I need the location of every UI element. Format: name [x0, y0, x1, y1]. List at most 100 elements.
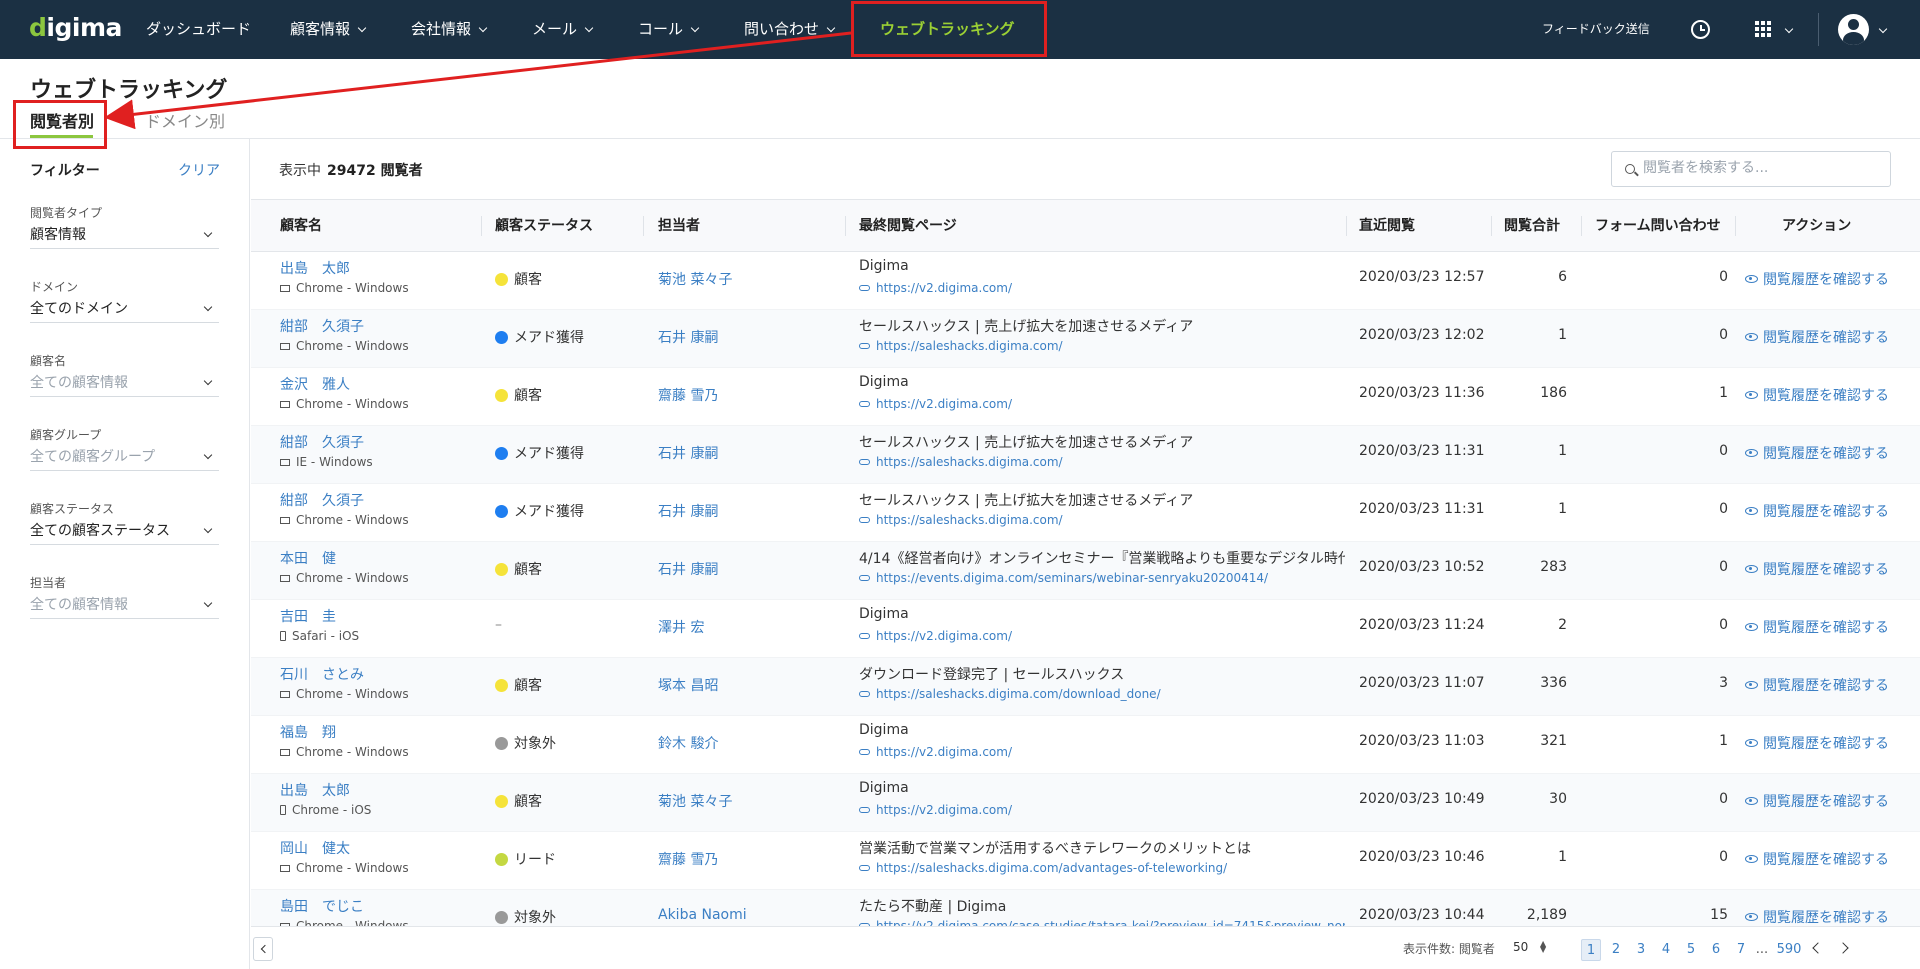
- owner-link[interactable]: 石井 康嗣: [658, 559, 718, 579]
- feedback-link[interactable]: フィードバック送信: [1542, 0, 1650, 59]
- last-page-url[interactable]: https://v2.digima.com/: [859, 745, 1012, 759]
- table-row[interactable]: 紺部 久須子 Chrome - Windows メアド獲得 石井 康嗣 セールスハックス…: [251, 310, 1920, 368]
- last-page-url[interactable]: https://events.digima.com/seminars/webin…: [859, 571, 1268, 585]
- page-5-button[interactable]: 5: [1681, 939, 1701, 961]
- nav-item-customers[interactable]: 顧客情報: [290, 0, 367, 59]
- collapse-sidebar-button[interactable]: [253, 937, 273, 961]
- table-row[interactable]: 吉田 圭 Safari - iOS – 澤井 宏 Digima https://v2.di…: [251, 600, 1920, 658]
- page-2-button[interactable]: 2: [1606, 939, 1626, 961]
- page-1-button[interactable]: 1: [1581, 939, 1601, 961]
- owner-link[interactable]: 鈴木 駿介: [658, 733, 718, 753]
- nav-item-dashboard[interactable]: ダッシュボード: [146, 0, 251, 59]
- view-history-link[interactable]: 閲覧履歴を確認する: [1745, 501, 1889, 521]
- last-page-url[interactable]: https://v2.digima.com/: [859, 803, 1012, 817]
- owner-link[interactable]: 塚本 昌昭: [658, 675, 718, 695]
- clock-icon[interactable]: [1691, 20, 1710, 39]
- table-row[interactable]: 紺部 久須子 IE - Windows メアド獲得 石井 康嗣 セールスハックス | 売…: [251, 426, 1920, 484]
- filter-select[interactable]: 顧客情報: [30, 224, 219, 249]
- apps-icon[interactable]: [1755, 21, 1771, 37]
- column-header-status[interactable]: 顧客ステータス: [495, 200, 593, 252]
- customer-name-link[interactable]: 吉田 圭: [280, 606, 336, 626]
- customer-name-link[interactable]: 紺部 久須子: [280, 316, 364, 336]
- filter-select[interactable]: 全ての顧客情報: [30, 372, 219, 397]
- view-history-link[interactable]: 閲覧履歴を確認する: [1745, 385, 1889, 405]
- table-row[interactable]: 金沢 雅人 Chrome - Windows 顧客 齋藤 雪乃 Digima https:…: [251, 368, 1920, 426]
- customer-name-link[interactable]: 紺部 久須子: [280, 490, 364, 510]
- last-page-url[interactable]: https://v2.digima.com/: [859, 281, 1012, 295]
- customer-name-link[interactable]: 金沢 雅人: [280, 374, 350, 394]
- owner-link[interactable]: 石井 康嗣: [658, 327, 718, 347]
- last-page-url[interactable]: https://saleshacks.digima.com/: [859, 455, 1063, 469]
- column-header-last-page[interactable]: 最終閲覧ページ: [859, 200, 957, 252]
- view-history-link[interactable]: 閲覧履歴を確認する: [1745, 269, 1889, 289]
- view-history-link[interactable]: 閲覧履歴を確認する: [1745, 443, 1889, 463]
- avatar-icon[interactable]: [1838, 14, 1869, 45]
- table-row[interactable]: 福島 翔 Chrome - Windows 対象外 鈴木 駿介 Digima https:…: [251, 716, 1920, 774]
- owner-link[interactable]: 澤井 宏: [658, 617, 704, 637]
- last-page-url[interactable]: https://v2.digima.com/: [859, 629, 1012, 643]
- filter-select[interactable]: 全ての顧客ステータス: [30, 520, 219, 545]
- last-page-url[interactable]: https://v2.digima.com/case-studies/tatar…: [859, 919, 1345, 926]
- customer-name-link[interactable]: 本田 健: [280, 548, 336, 568]
- prev-page-icon[interactable]: [1812, 942, 1824, 954]
- page-3-button[interactable]: 3: [1631, 939, 1651, 961]
- next-page-icon[interactable]: [1837, 942, 1849, 954]
- view-history-link[interactable]: 閲覧履歴を確認する: [1745, 675, 1889, 695]
- owner-link[interactable]: 石井 康嗣: [658, 443, 718, 463]
- table-row[interactable]: 本田 健 Chrome - Windows 顧客 石井 康嗣 4/14《経営者向け》オン…: [251, 542, 1920, 600]
- table-row[interactable]: 出島 太郎 Chrome - Windows 顧客 菊池 菜々子 Digima https…: [251, 252, 1920, 310]
- column-header-form-inquiries[interactable]: フォーム問い合わせ: [1595, 200, 1721, 252]
- filter-clear-link[interactable]: クリア: [178, 160, 220, 180]
- page-7-button[interactable]: 7: [1731, 939, 1751, 961]
- last-page-url[interactable]: https://saleshacks.digima.com/: [859, 339, 1063, 353]
- nav-item-call[interactable]: コール: [638, 0, 700, 59]
- filter-select[interactable]: 全てのドメイン: [30, 298, 219, 323]
- digima-logo[interactable]: digima: [29, 13, 122, 42]
- table-row[interactable]: 島田 でじこ Chrome - Windows 対象外 Akiba Naomi たたら不…: [251, 890, 1920, 926]
- owner-link[interactable]: 菊池 菜々子: [658, 791, 732, 811]
- customer-name-link[interactable]: 紺部 久須子: [280, 432, 364, 452]
- table-row[interactable]: 出島 太郎 Chrome - iOS 顧客 菊池 菜々子 Digima https://v…: [251, 774, 1920, 832]
- view-history-link[interactable]: 閲覧履歴を確認する: [1745, 907, 1889, 926]
- customer-name-link[interactable]: 岡山 健太: [280, 838, 350, 858]
- sort-arrows-icon[interactable]: ▲ ▼: [1540, 940, 1546, 954]
- customer-name-link[interactable]: 出島 太郎: [280, 258, 350, 278]
- owner-link[interactable]: 齋藤 雪乃: [658, 385, 718, 405]
- view-history-link[interactable]: 閲覧履歴を確認する: [1745, 617, 1889, 637]
- view-history-link[interactable]: 閲覧履歴を確認する: [1745, 559, 1889, 579]
- nav-item-companies[interactable]: 会社情報: [411, 0, 488, 59]
- view-history-link[interactable]: 閲覧履歴を確認する: [1745, 327, 1889, 347]
- customer-name-link[interactable]: 石川 さとみ: [280, 664, 364, 684]
- last-page-url[interactable]: https://saleshacks.digima.com/: [859, 513, 1063, 527]
- filter-select[interactable]: 全ての顧客情報: [30, 594, 219, 619]
- owner-link[interactable]: 菊池 菜々子: [658, 269, 732, 289]
- view-history-link[interactable]: 閲覧履歴を確認する: [1745, 849, 1889, 869]
- table-row[interactable]: 岡山 健太 Chrome - Windows リード 齋藤 雪乃 営業活動で営業マンが活…: [251, 832, 1920, 890]
- page-6-button[interactable]: 6: [1706, 939, 1726, 961]
- view-history-link[interactable]: 閲覧履歴を確認する: [1745, 733, 1889, 753]
- owner-link[interactable]: Akiba Naomi: [658, 907, 747, 923]
- owner-link[interactable]: 石井 康嗣: [658, 501, 718, 521]
- customer-name-link[interactable]: 福島 翔: [280, 722, 336, 742]
- tab-by-domain[interactable]: ドメイン別: [145, 108, 225, 132]
- nav-item-inquiries[interactable]: 問い合わせ: [744, 0, 836, 59]
- search-box[interactable]: [1611, 151, 1891, 187]
- view-history-link[interactable]: 閲覧履歴を確認する: [1745, 791, 1889, 811]
- customer-name-link[interactable]: 出島 太郎: [280, 780, 350, 800]
- column-header-last-view[interactable]: 直近閲覧: [1359, 200, 1415, 252]
- table-row[interactable]: 紺部 久須子 Chrome - Windows メアド獲得 石井 康嗣 セールスハックス…: [251, 484, 1920, 542]
- last-page-url[interactable]: https://v2.digima.com/: [859, 397, 1012, 411]
- owner-link[interactable]: 齋藤 雪乃: [658, 849, 718, 869]
- last-page-url[interactable]: https://saleshacks.digima.com/download_d…: [859, 687, 1161, 701]
- search-input[interactable]: [1643, 160, 1883, 176]
- last-page-url[interactable]: https://saleshacks.digima.com/advantages…: [859, 861, 1227, 875]
- column-header-name[interactable]: 顧客名: [280, 200, 322, 252]
- column-header-owner[interactable]: 担当者: [658, 200, 700, 252]
- page-4-button[interactable]: 4: [1656, 939, 1676, 961]
- page-last-button[interactable]: 590: [1774, 939, 1804, 961]
- nav-item-mail[interactable]: メール: [532, 0, 594, 59]
- filter-select[interactable]: 全ての顧客グループ: [30, 446, 219, 471]
- per-page-select[interactable]: 50: [1513, 940, 1528, 954]
- customer-name-link[interactable]: 島田 でじこ: [280, 896, 364, 916]
- column-header-total-views[interactable]: 閲覧合計: [1504, 200, 1560, 252]
